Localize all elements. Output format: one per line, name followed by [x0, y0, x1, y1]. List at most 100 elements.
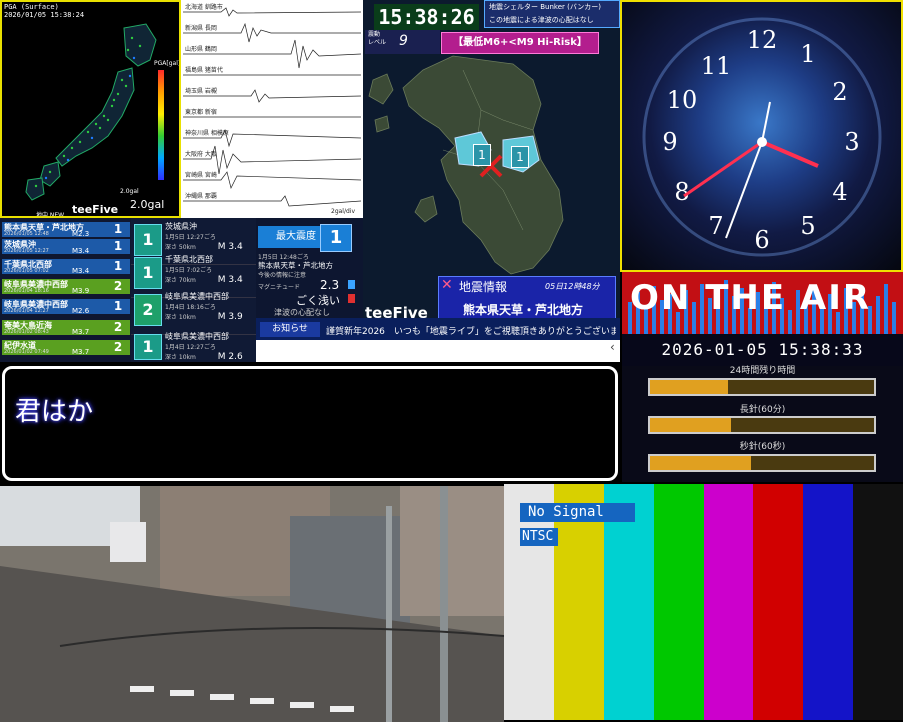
lyrics-box: 君はか: [2, 366, 618, 481]
station-label: 山形県 鶴岡: [185, 46, 217, 53]
tsunami-note: 津波の心配なし: [274, 308, 330, 317]
quake-detail-column: 1 茨城県沖 1月5日 12:27ごろ 深さ 50km M 3.4 1 千葉県北…: [131, 218, 256, 362]
station-label: 宮崎県 宮崎: [185, 172, 217, 179]
clock-number: 3: [844, 128, 859, 156]
progress-label: 秒針(60秒): [739, 442, 786, 452]
risk-banner: 【最低M6+<M9 Hi-Risk】: [441, 32, 599, 54]
station-label: 埼玉県 岩槻: [185, 88, 217, 95]
progress-label: 長針(60分): [739, 405, 786, 415]
map-intensity-pin: 1: [473, 144, 491, 166]
eq-info-time: 05日12時48分: [545, 282, 600, 291]
no-signal-label: No Signal: [520, 503, 635, 522]
list-item[interactable]: 奄美大島近海 2026/01/02 08:43 M3.7 2: [2, 320, 130, 336]
list-item[interactable]: 千葉県北西部 2026/01/05 07:02 M3.4 1: [2, 259, 130, 275]
on-air-banner: ON THE AIR: [622, 272, 903, 334]
station-label: 北海道 釧路市: [185, 4, 223, 11]
list-item[interactable]: 茨城県沖 2026/01/05 12:27 M3.4 1: [2, 239, 130, 255]
intensity-badge: 1: [113, 259, 123, 273]
color-bar: [653, 484, 704, 720]
quake-history-list: 熊本県天草・芦北地方 2026/01/05 12:48 M2.3 1 茨城県沖 …: [0, 218, 131, 362]
digital-clock: 15:38:26: [374, 4, 479, 30]
clock-number: 12: [747, 26, 778, 54]
hour-hand: [761, 140, 819, 168]
intensity-badge: 1: [113, 299, 123, 313]
analog-clock-panel: 12 1 2 3 4 5 6 7 8 9 10 11: [620, 0, 903, 272]
pga-map-panel: PGA (Surface) 2026/01/05 15:38:24 PGA[ga…: [0, 0, 181, 218]
progress-bar-second: [648, 454, 876, 472]
progress-bar-24h: [648, 378, 876, 396]
progress-fill: [650, 456, 751, 470]
shake-level-box: 震動 レベル 9: [365, 30, 440, 54]
clock-number: 6: [754, 226, 769, 254]
shake-level-value: 9: [399, 33, 408, 49]
japan-map: [25, 23, 157, 201]
list-item[interactable]: 岐阜県美濃中西部 2026/01/04 18:16 M3.9 2: [2, 279, 130, 295]
pga-brand: teeFive: [72, 203, 119, 216]
pga-scale-value: 2.0gal: [130, 198, 165, 211]
list-item[interactable]: 熊本県天草・芦北地方 2026/01/05 12:48 M2.3 1: [2, 222, 130, 238]
progress-bar-minute: [648, 416, 876, 434]
pga-scale-label: PGA[gal]: [154, 60, 181, 67]
summary-note: 今後の情報に注意: [258, 272, 307, 279]
shake-level-label: 震動 レベル: [368, 31, 387, 46]
intensity-badge: 1: [134, 334, 162, 360]
progress-label: 24時間残り時間: [729, 366, 796, 376]
station-label: 沖縄県 那覇: [185, 193, 217, 200]
ticker-text: 謹賀新年2026 いつも「地震ライブ」をご視聴頂きありがとうございます!: [326, 327, 616, 337]
intensity-badge: 1: [134, 257, 162, 289]
progress-fill: [650, 418, 731, 432]
waveform-scale: 2gal/div: [331, 208, 356, 215]
street-camera-feed: [0, 484, 504, 722]
minute-hand: [683, 140, 763, 198]
intensity-badge: 1: [106, 222, 130, 237]
second-hand: [725, 141, 763, 239]
max-intensity-value: 1: [320, 224, 352, 252]
color-bar: [803, 484, 854, 720]
time-progress-panel: 24時間残り時間 長針(60分) 秒針(60秒): [622, 366, 903, 482]
intensity-badge: 2: [113, 320, 123, 334]
station-label: 東京都 新宿: [185, 109, 217, 116]
color-bar: [753, 484, 804, 720]
street-scene: [0, 486, 504, 722]
clock-number: 4: [832, 178, 847, 206]
pga-header: PGA (Surface) 2026/01/05 15:38:24: [4, 3, 85, 19]
station-label: 新潟県 長岡: [185, 25, 217, 32]
ntsc-label: NTSC: [520, 528, 558, 546]
map-intensity-pin: 1: [511, 146, 529, 168]
magnitude-label: マグニチュード: [258, 284, 301, 291]
eq-info-title: 地震情報: [459, 280, 508, 294]
close-icon: ✕: [441, 277, 453, 293]
bunker-notice: 地震シェルター Bunker (バンカー) この地震による津波の心配はなし: [484, 0, 620, 28]
chevron-left-icon[interactable]: ‹: [610, 340, 615, 354]
magnitude-value: 2.3: [320, 278, 340, 292]
list-item[interactable]: 紀伊水道 2026/01/02 07:49 M3.7 2: [2, 340, 130, 356]
lyrics-text: 君はか: [15, 397, 94, 427]
earthquake-info-card: ✕ 地震情報 05日12時48分 熊本県天草・芦北地方: [438, 276, 616, 324]
magnitude-indicator: [348, 280, 355, 289]
depth-indicator: [348, 294, 355, 303]
ticker-label: お知らせ: [260, 322, 320, 337]
station-label: 大阪府 大阪: [185, 151, 217, 158]
station-label: 福島県 猪苗代: [185, 67, 223, 74]
color-bar: [853, 484, 903, 720]
clock-number: 1: [800, 40, 815, 68]
intensity-badge: 2: [113, 279, 123, 293]
list-item[interactable]: 岐阜県美濃中西部 2026/01/04 12:27 M2.6 1: [2, 299, 130, 315]
clock-number: 9: [662, 128, 677, 156]
quake-card[interactable]: 1 岐阜県美濃中西部 1月4日 12:27ごろ 深さ 10km M 2.6: [131, 328, 256, 362]
waveform-panel: 北海道 釧路市 新潟県 長岡 山形県 鶴岡 福島県 猪苗代 埼玉県 岩槻 東京都…: [181, 0, 363, 218]
pga-new-label: 地中 NEW: [36, 212, 65, 218]
clock-number: 5: [800, 212, 815, 240]
clock-number: 10: [667, 86, 698, 114]
depth-value: ごく浅い: [296, 294, 340, 307]
pga-scale-small: 2.0gal: [120, 188, 139, 195]
station-label: 神奈川県 相模原: [185, 130, 229, 137]
pga-color-scale: [158, 70, 164, 180]
ticker-strip: [256, 340, 620, 362]
color-bar: [703, 484, 754, 720]
clock-number: 11: [701, 52, 732, 80]
on-air-text: ON THE AIR: [630, 278, 872, 318]
intensity-badge: 2: [134, 294, 162, 326]
intensity-badge: 2: [113, 340, 123, 354]
clock-number: 7: [708, 212, 723, 240]
